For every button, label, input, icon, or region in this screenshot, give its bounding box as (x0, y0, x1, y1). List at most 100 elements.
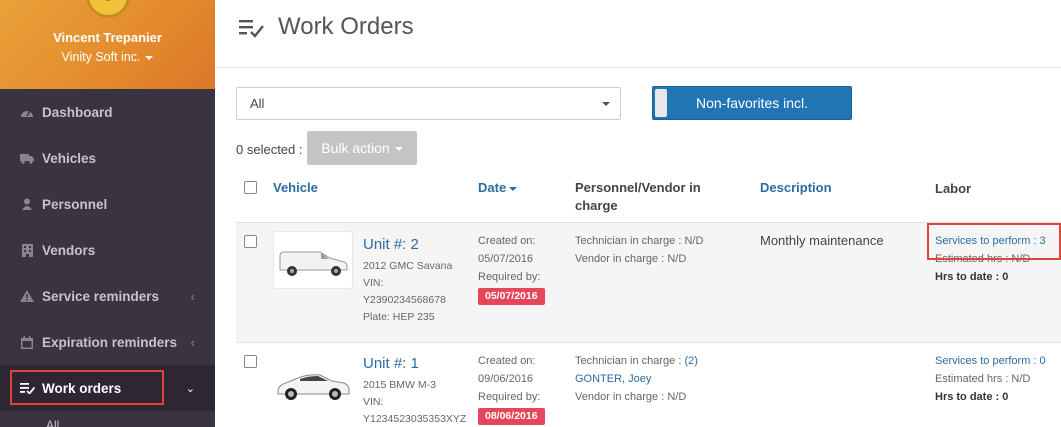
favorites-toggle-label: Non-favorites incl. (695, 95, 809, 111)
bulk-action-label: Bulk action (321, 140, 390, 156)
technician-count-link[interactable]: (2) (684, 355, 697, 367)
checklist-icon (239, 18, 265, 38)
sidebar-item-expiration-reminders[interactable]: Expiration reminders ‹ (0, 319, 215, 365)
required-date-badge: 05/07/2016 (478, 288, 545, 305)
column-header-personnel-line2: charge (575, 198, 618, 213)
personnel-cell: Technician in charge : N/D Vendor in cha… (575, 232, 703, 268)
date-cell: Created on: 09/06/2016 Required by: 08/0… (478, 352, 545, 425)
filter-select[interactable]: All (236, 87, 621, 120)
sidebar-subitem-all[interactable]: All (46, 418, 59, 427)
profile-panel: Vincent Trepanier Vinity Soft inc. (0, 0, 215, 89)
sidebar-item-label: Personnel (42, 196, 108, 212)
filter-select-value: All (250, 96, 265, 111)
services-to-perform-link[interactable]: Services to perform : 3 (935, 232, 1046, 250)
chevron-down-icon (145, 55, 154, 60)
column-header-date[interactable]: Date (478, 180, 518, 195)
sidebar: Vincent Trepanier Vinity Soft inc. Dashb… (0, 0, 215, 427)
created-date: 09/06/2016 (478, 373, 534, 385)
sidebar-item-service-reminders[interactable]: Service reminders ‹ (0, 273, 215, 319)
column-header-description[interactable]: Description (760, 180, 832, 195)
labor-cell: Services to perform : 0 Estimated hrs : … (935, 352, 1046, 406)
truck-icon (19, 151, 35, 165)
technician-name-link[interactable]: GONTER, Joey (575, 370, 698, 388)
main-content: Work Orders All Non-favorites incl. 0 se… (215, 0, 1061, 427)
vehicle-thumbnail[interactable] (273, 351, 353, 409)
vendor-in-charge: Vendor in charge : N/D (575, 391, 687, 403)
created-date: 05/07/2016 (478, 253, 534, 265)
page-title: Work Orders (278, 13, 414, 40)
vehicle-vin: Y2390234568678 (363, 294, 446, 306)
chevron-down-icon (602, 102, 610, 106)
hours-to-date: Hrs to date : 0 (935, 271, 1009, 283)
toggle-knob[interactable] (655, 89, 667, 117)
company-selector[interactable]: Vinity Soft inc. (0, 50, 215, 64)
user-icon (19, 197, 35, 211)
estimated-hours: Estimated hrs : N/D (935, 253, 1031, 265)
sidebar-item-label: Service reminders (42, 288, 160, 304)
required-date-badge: 08/06/2016 (478, 408, 545, 425)
vendor-in-charge: Vendor in charge : N/D (575, 253, 687, 265)
estimated-hours: Estimated hrs : N/D (935, 373, 1031, 385)
table-row[interactable]: Unit #: 1 2015 BMW M-3 VIN: Y12345230353… (236, 342, 1061, 427)
created-label: Created on: (478, 235, 536, 247)
row-checkbox[interactable] (244, 235, 257, 248)
vehicle-details: 2012 GMC Savana VIN: Y2390234568678 Plat… (363, 258, 452, 326)
sidebar-item-vehicles[interactable]: Vehicles (0, 135, 215, 181)
chevron-down-icon: ⌄ (185, 382, 195, 395)
sidebar-item-work-orders[interactable]: Work orders ⌄ (0, 365, 215, 411)
user-name: Vincent Trepanier (53, 30, 162, 45)
services-to-perform-link[interactable]: Services to perform : 0 (935, 352, 1046, 370)
vehicle-vin: Y1234523035353XYZ (363, 413, 467, 425)
sidebar-item-label: Work orders (42, 380, 122, 396)
table-row[interactable]: Unit #: 2 2012 GMC Savana VIN: Y23902345… (236, 222, 1061, 342)
company-name: Vinity Soft inc. (61, 50, 141, 64)
column-header-personnel: Personnel/Vendor in charge (575, 179, 701, 215)
select-all-checkbox[interactable] (244, 181, 257, 194)
vehicle-vin-label: VIN: (363, 277, 384, 289)
unit-link[interactable]: Unit #: 2 (363, 236, 419, 253)
favorites-toggle[interactable]: Non-favorites incl. (652, 86, 852, 120)
chevron-down-icon (394, 147, 403, 152)
dashboard-icon (19, 105, 35, 119)
vehicle-thumbnail[interactable] (273, 231, 353, 289)
personnel-cell: Technician in charge : (2) GONTER, Joey … (575, 352, 698, 406)
vehicle-details: 2015 BMW M-3 VIN: Y1234523035353XYZ (363, 377, 466, 427)
technician-in-charge: Technician in charge : (2) (575, 352, 698, 370)
warning-icon (19, 289, 35, 303)
vehicle-plate: Plate: HEP 235 (363, 311, 435, 323)
column-header-vehicle[interactable]: Vehicle (273, 180, 318, 195)
sidebar-item-personnel[interactable]: Personnel (0, 181, 215, 227)
chevron-left-icon: ‹ (190, 334, 195, 350)
vehicle-vin-label: VIN: (363, 396, 384, 408)
sidebar-item-label: Vendors (42, 242, 96, 258)
required-label: Required by: (478, 391, 541, 403)
row-checkbox[interactable] (244, 355, 257, 368)
avatar[interactable] (86, 0, 130, 18)
column-header-personnel-line1: Personnel/Vendor in (575, 180, 701, 195)
chevron-left-icon: ‹ (190, 288, 195, 304)
building-icon (19, 243, 35, 257)
column-header-date-label: Date (478, 180, 507, 195)
hours-to-date: Hrs to date : 0 (935, 391, 1009, 403)
technician-label: Technician in charge : (575, 355, 685, 367)
created-label: Created on: (478, 355, 536, 367)
sidebar-item-label: Expiration reminders (42, 334, 178, 350)
sidebar-item-label: Vehicles (42, 150, 97, 166)
sidebar-item-dashboard[interactable]: Dashboard (0, 89, 215, 135)
unit-link[interactable]: Unit #: 1 (363, 355, 419, 372)
page-header: Work Orders (215, 0, 1061, 68)
vehicle-model: 2015 BMW M-3 (363, 379, 436, 391)
required-label: Required by: (478, 271, 541, 283)
description-cell: Monthly maintenance (760, 233, 884, 248)
labor-cell: Services to perform : 3 Estimated hrs : … (935, 232, 1046, 286)
sidebar-item-vendors[interactable]: Vendors (0, 227, 215, 273)
bulk-action-button[interactable]: Bulk action (307, 131, 417, 165)
vehicle-model: 2012 GMC Savana (363, 260, 453, 272)
date-cell: Created on: 05/07/2016 Required by: 05/0… (478, 232, 545, 305)
sidebar-item-label: Dashboard (42, 104, 113, 120)
sort-desc-icon (509, 186, 518, 191)
column-header-labor: Labor (935, 181, 972, 196)
calendar-icon (19, 335, 35, 349)
selected-count: 0 selected : (236, 142, 303, 157)
technician-in-charge: Technician in charge : N/D (575, 235, 704, 247)
